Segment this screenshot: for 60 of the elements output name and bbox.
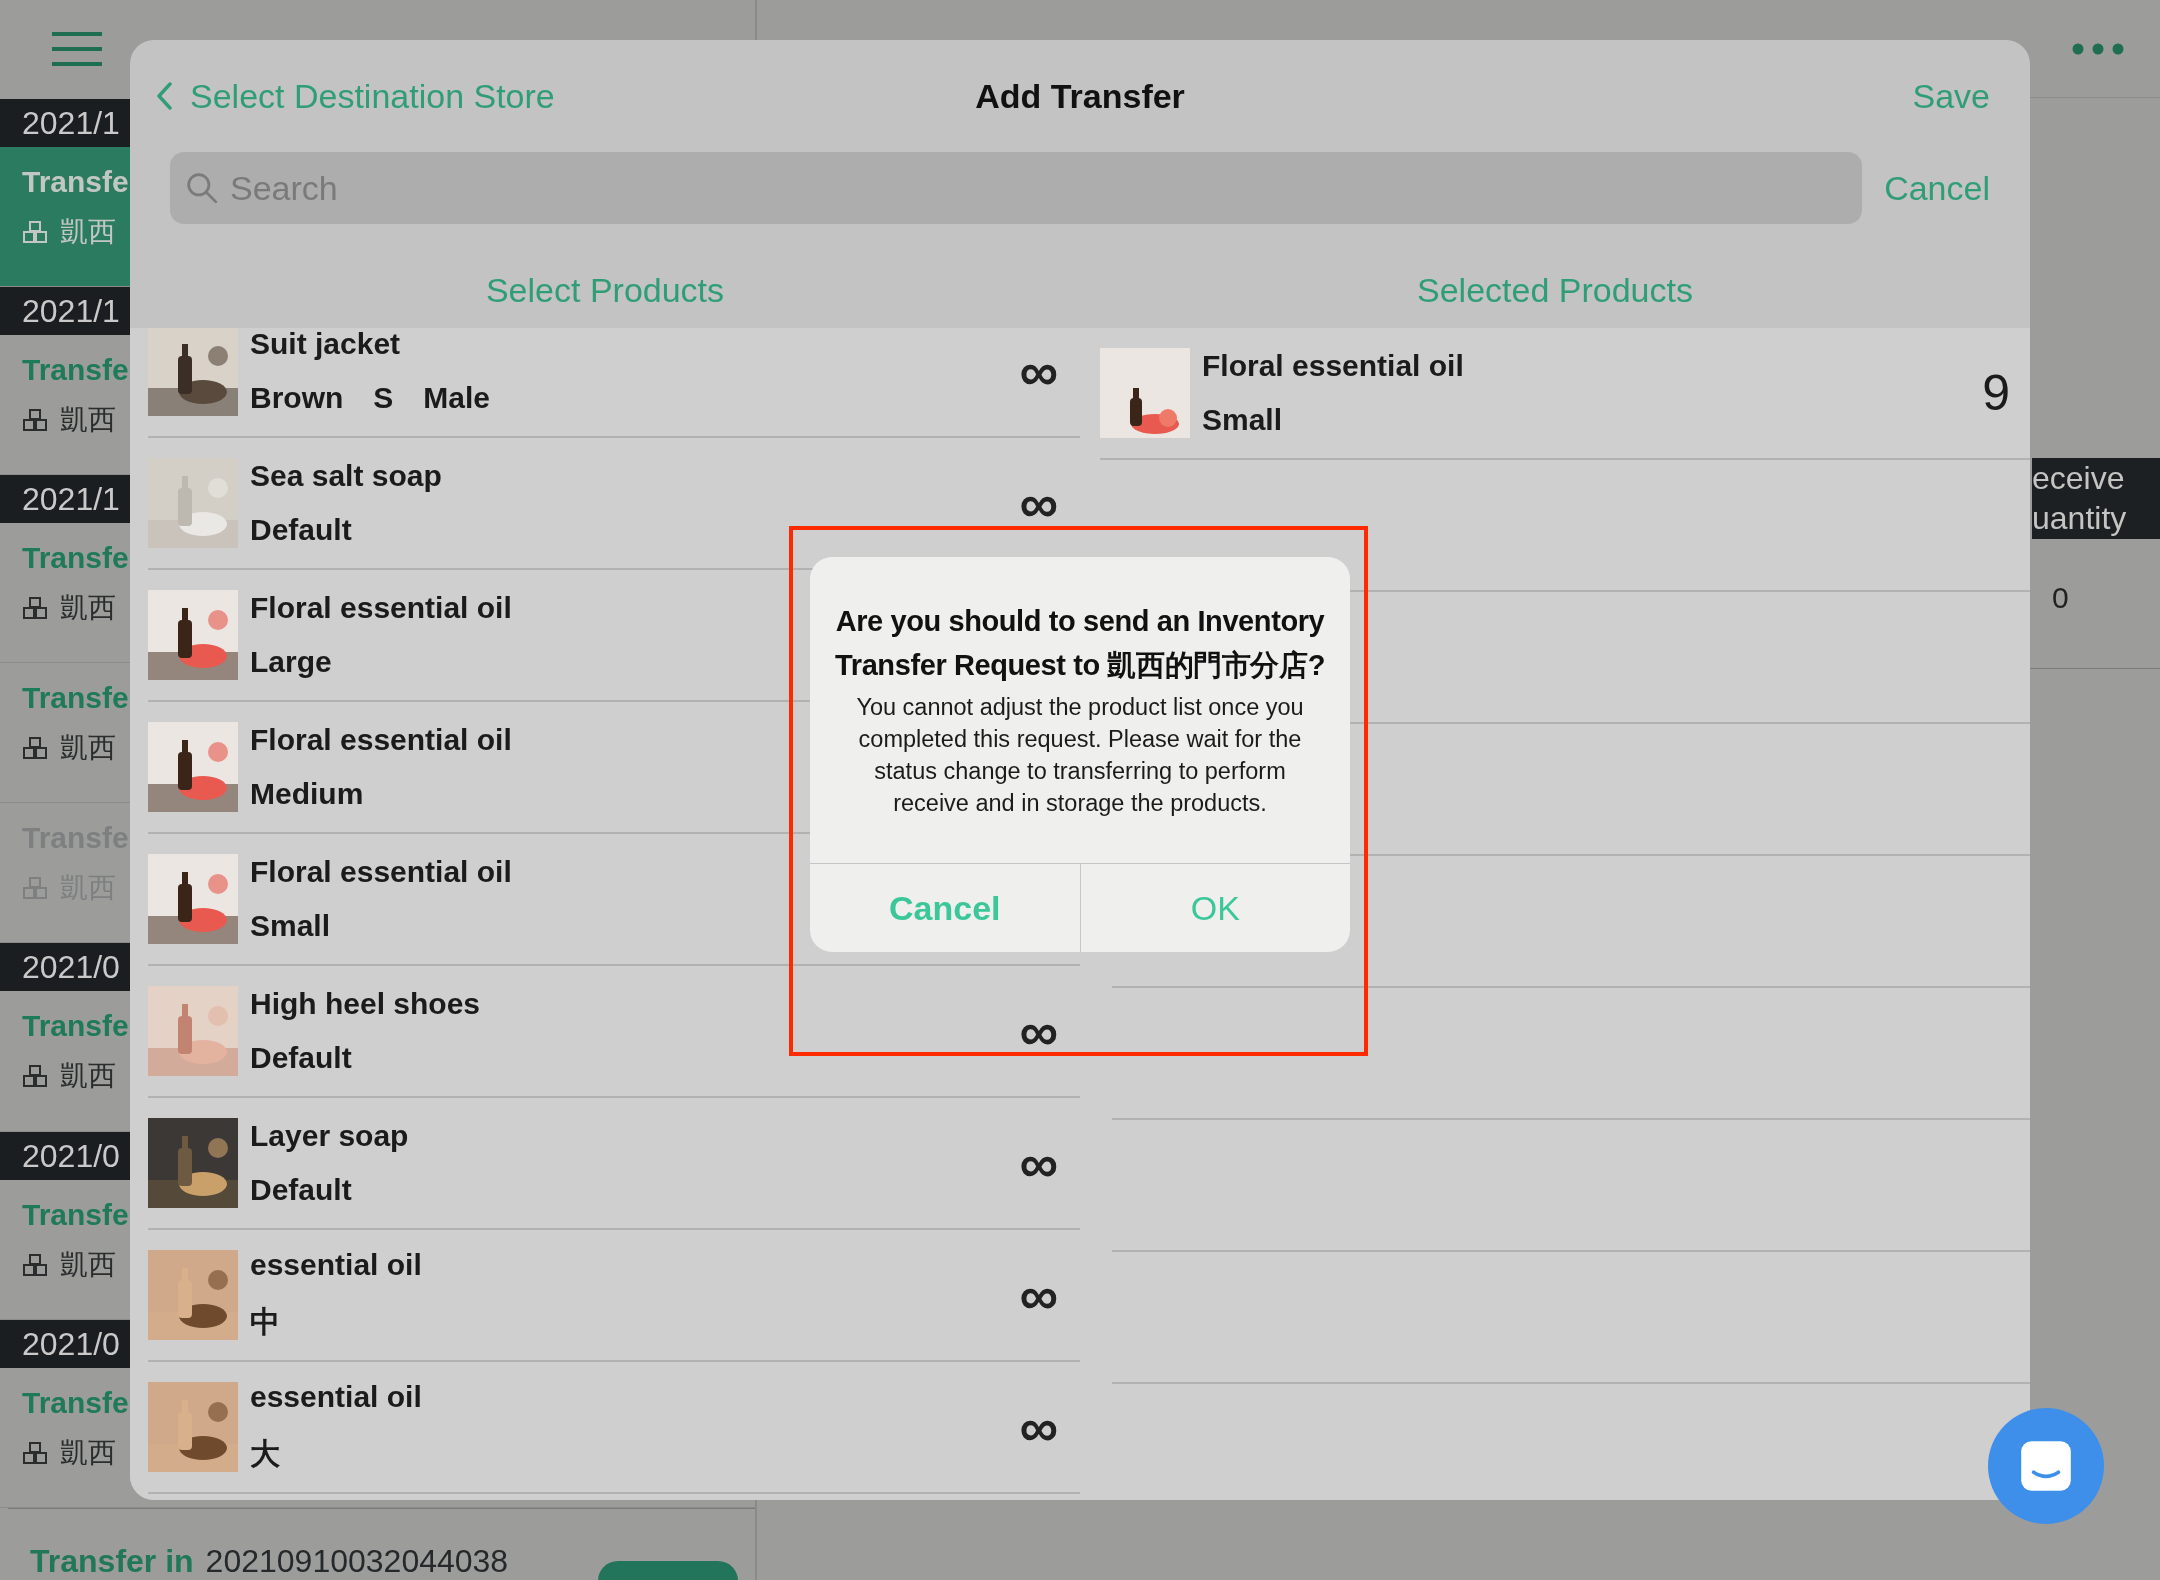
menu-icon[interactable]: [52, 32, 102, 67]
transfer-title: Transfe: [22, 1385, 129, 1420]
quantity-value: ∞: [1019, 344, 1058, 398]
boxes-icon: [22, 1064, 48, 1089]
transfer-type: Transfer in: [30, 1543, 194, 1580]
product-variant: Male: [423, 381, 491, 415]
quantity-value: ∞: [1019, 1400, 1058, 1454]
quantity-value: 9: [1982, 364, 2010, 422]
boxes-icon: [22, 1252, 48, 1277]
quantity-value: ∞: [1019, 1136, 1058, 1190]
alert-message: You cannot adjust the product list once you completed this request. Please wait for the status change to transferring to perform receive and in storage the products.: [855, 693, 1305, 818]
store-name: 凱西: [60, 214, 116, 249]
boxes-icon: [22, 1440, 48, 1465]
quantity-value: ∞: [1019, 476, 1058, 530]
quantity-value: 0: [2052, 581, 2069, 614]
boxes-icon: [22, 736, 48, 761]
column-header: eceive uantity: [2032, 458, 2160, 539]
product-name: essential oil: [250, 1247, 422, 1282]
product-name: Floral essential oil: [250, 723, 512, 757]
product-variant: Brown: [250, 381, 344, 415]
quantity-value: ∞: [1019, 1004, 1058, 1058]
product-variant: Small: [1202, 403, 1283, 437]
boxes-icon: [22, 407, 48, 432]
cancel-button[interactable]: Cancel: [810, 864, 1080, 952]
store-name: 凱西: [60, 1247, 116, 1282]
product-variant: Large: [250, 645, 332, 679]
product-variant: Medium: [250, 777, 364, 811]
boxes-icon: [22, 219, 48, 244]
save-button[interactable]: Save: [1912, 76, 1990, 116]
cancel-button[interactable]: Cancel: [1884, 168, 1990, 208]
transfer-title: Transfe: [22, 352, 129, 387]
transfer-title: Transfe: [22, 681, 129, 716]
product-variant: Small: [250, 909, 331, 943]
product-name: essential oil: [250, 1379, 422, 1414]
store-name: 凱西: [60, 731, 116, 766]
store-name: 凱西: [60, 402, 116, 437]
back-chevron-icon: [156, 82, 172, 110]
store-name: 凱西: [60, 1059, 116, 1094]
transfer-title: Transfe: [22, 1197, 129, 1232]
product-variant: S: [373, 381, 394, 415]
product-name: Floral essential oil: [1202, 349, 1464, 383]
boxes-icon: [22, 876, 48, 901]
quantity-value: ∞: [1019, 1268, 1058, 1322]
transfer-title: Transfe: [22, 164, 129, 199]
transfer-title: Transfe: [22, 1009, 129, 1044]
segment-tab[interactable]: Selected Products: [1080, 263, 2030, 318]
product-name: Floral essential oil: [250, 591, 512, 625]
ok-button[interactable]: OK: [1079, 864, 1350, 952]
product-variant: 大: [250, 1435, 280, 1472]
sheet-title: Add Transfer: [975, 76, 1185, 116]
product-name: Floral essential oil: [250, 855, 512, 889]
store-name: 凱西: [60, 590, 116, 625]
boxes-icon: [22, 595, 48, 620]
search-icon: [186, 172, 218, 204]
transfer-title: Transfe: [22, 540, 129, 575]
more-icon[interactable]: [2072, 42, 2124, 55]
alert-title: Are you should to send an Inventory Transfer Request to 凱西的門市分店?: [834, 604, 1326, 683]
product-variant: Default: [250, 1041, 352, 1075]
transfer-number: 20210910032044038: [205, 1543, 509, 1580]
store-name: 凱西: [60, 1435, 116, 1470]
